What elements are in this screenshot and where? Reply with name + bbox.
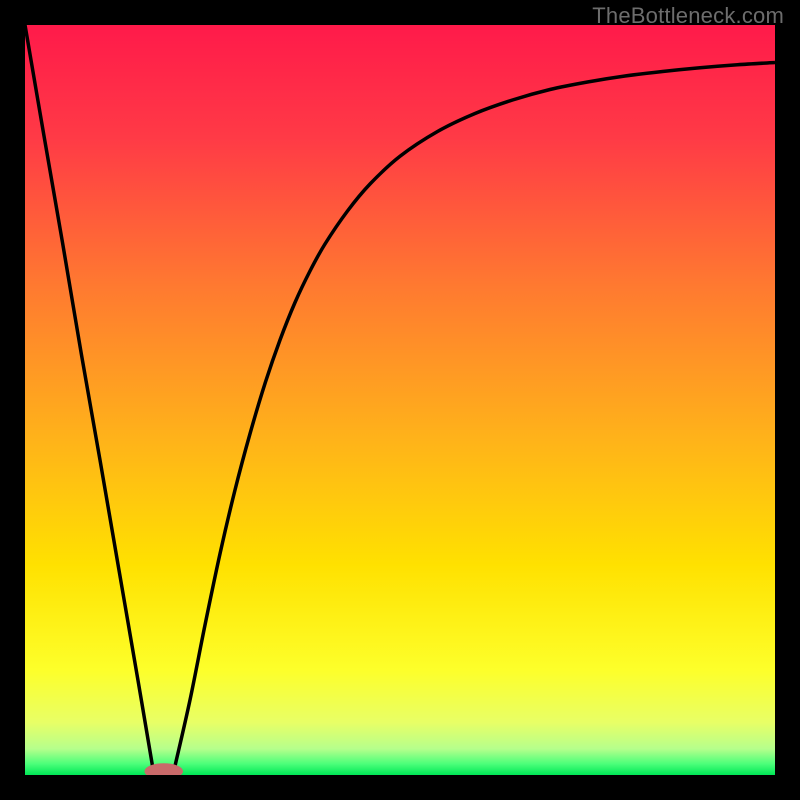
plot-area — [25, 25, 775, 775]
watermark-text: TheBottleneck.com — [592, 3, 784, 29]
chart-svg — [25, 25, 775, 775]
outer-frame: TheBottleneck.com — [0, 0, 800, 800]
gradient-background — [25, 25, 775, 775]
minimum-marker — [145, 764, 183, 775]
